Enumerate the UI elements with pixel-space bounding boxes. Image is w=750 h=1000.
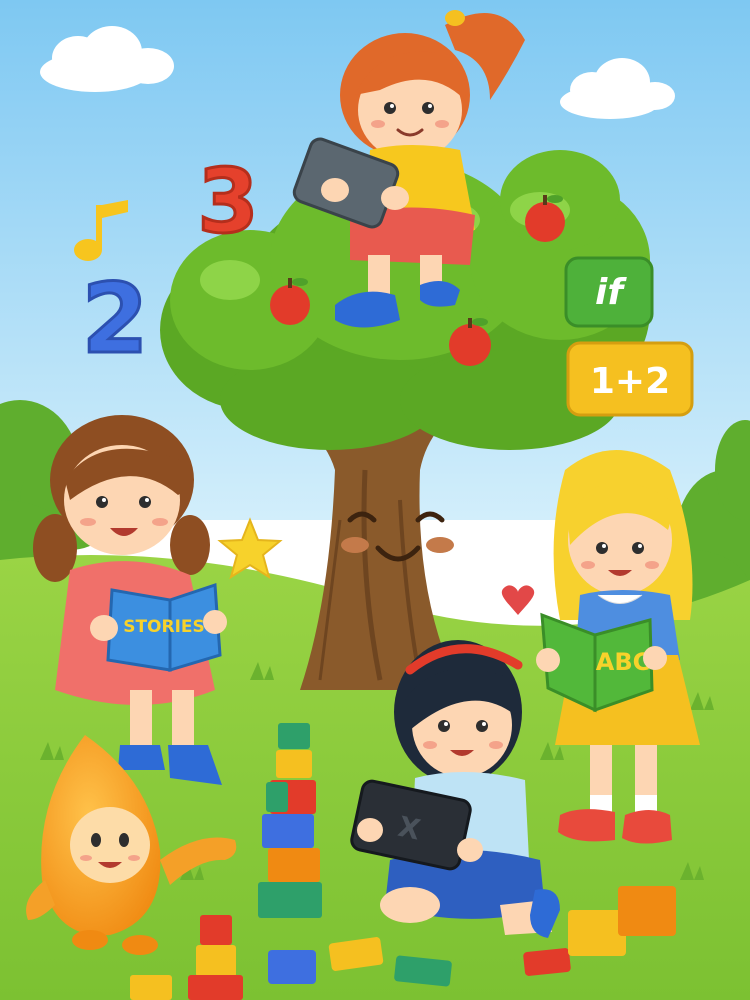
number-two: 2 <box>82 263 149 375</box>
math-tile-label: 1+2 <box>590 361 670 402</box>
math-tile: 1+2 <box>566 341 694 417</box>
illustration-scene: 3 2 if 1+2 STORIES ABC X <box>0 0 750 1000</box>
scene-svg: 3 2 if 1+2 STORIES ABC X <box>0 0 750 1000</box>
book-cover-title-left: STORIES <box>123 617 205 637</box>
number-three: 3 <box>197 150 258 253</box>
code-tile-if-label: if <box>595 272 627 313</box>
heart-icon <box>501 585 535 615</box>
book-icon: STORIES <box>106 582 222 673</box>
code-tile-if: if <box>564 256 654 328</box>
book-cover-title-right: ABC <box>596 648 650 676</box>
